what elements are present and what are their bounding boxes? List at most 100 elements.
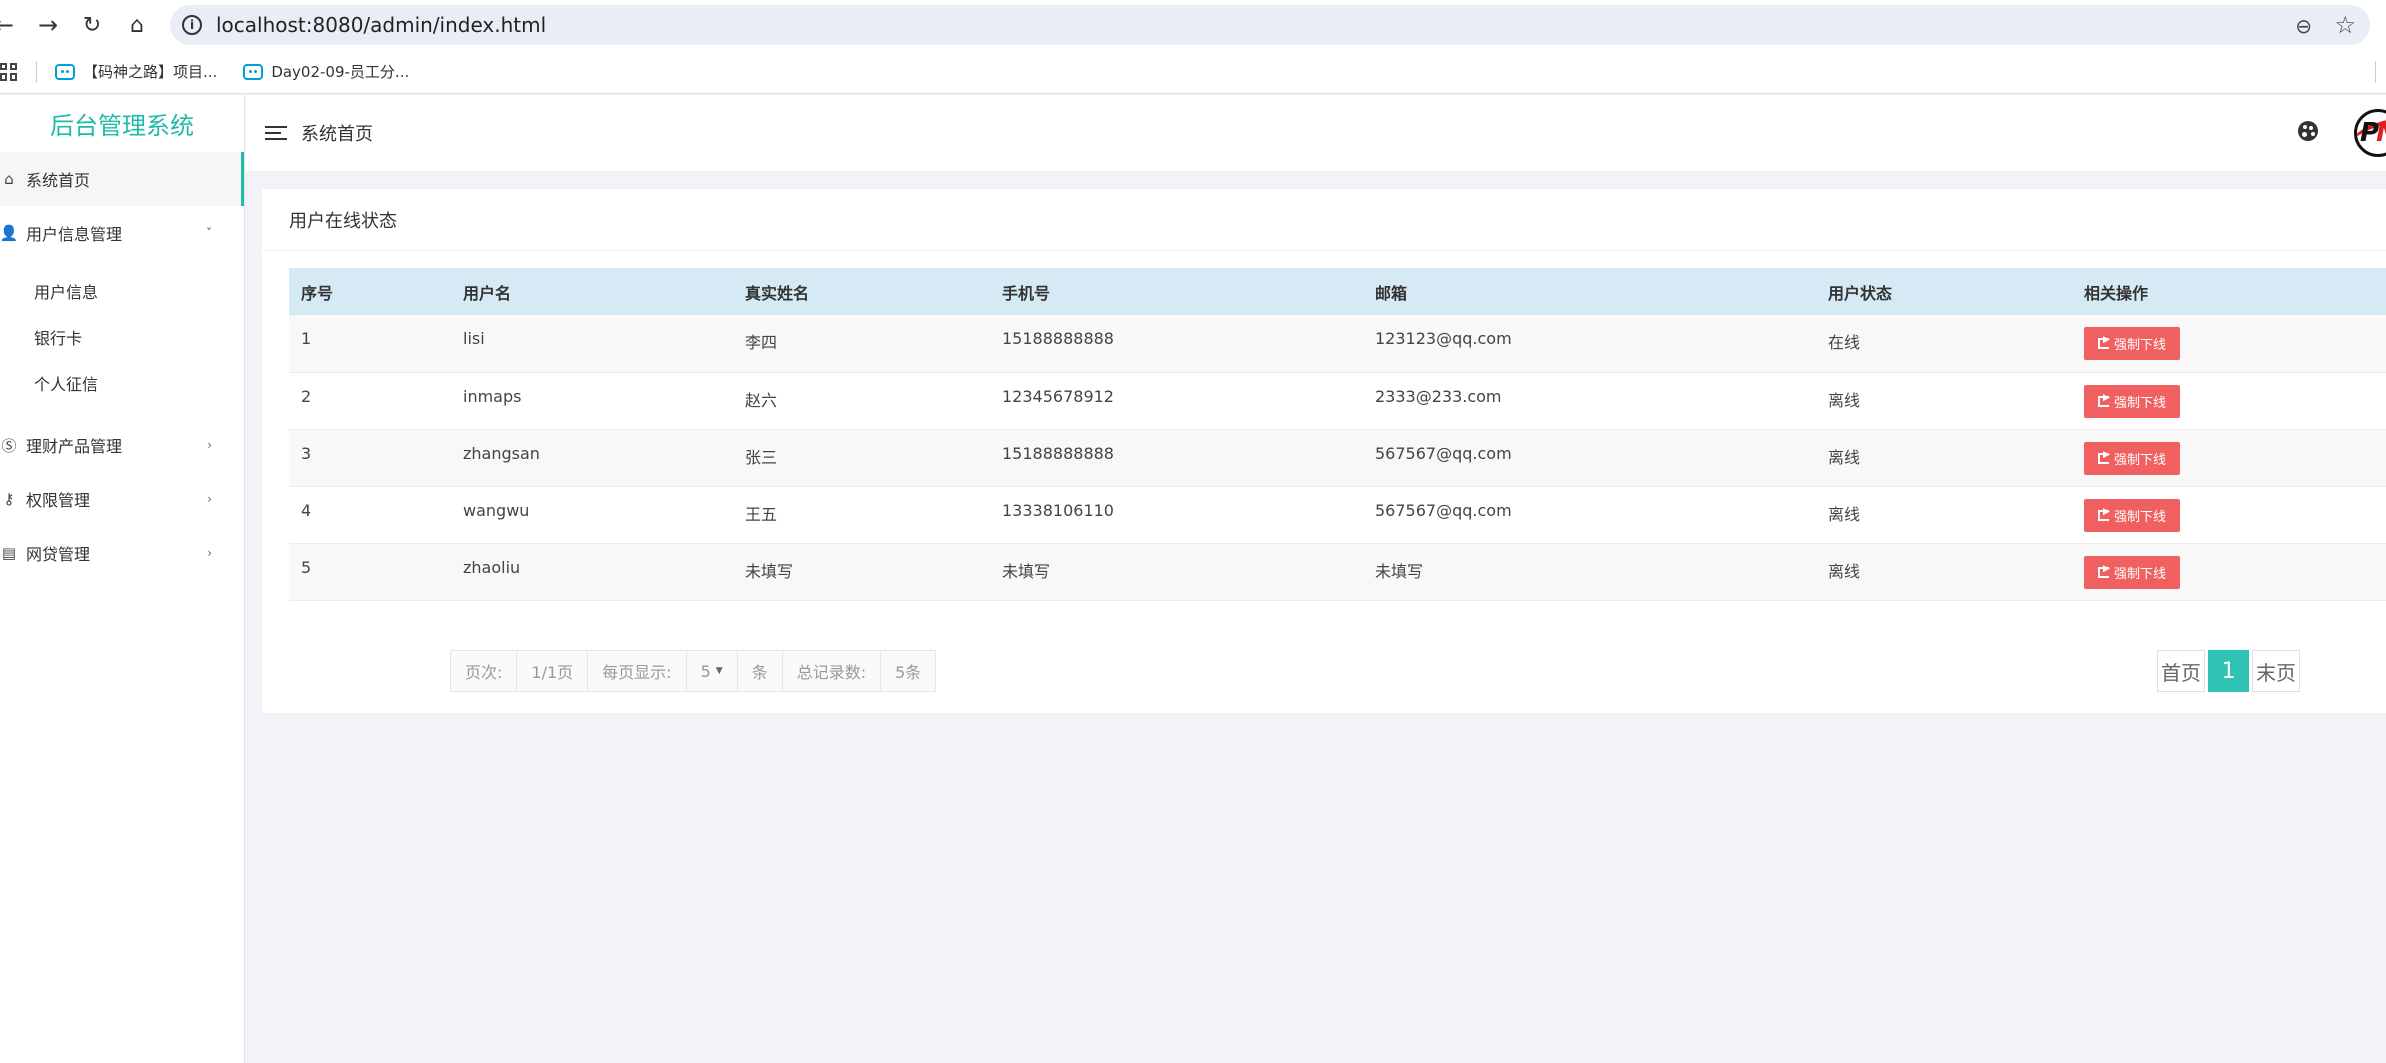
cell-id: 1 bbox=[289, 315, 451, 373]
bookmarks-end-divider bbox=[2375, 61, 2376, 83]
message-icon: ▤ bbox=[1, 544, 17, 562]
apps-grid-icon[interactable] bbox=[0, 62, 18, 81]
browser-toolbar: ← → ↻ ⌂ i localhost:8080/admin/index.htm… bbox=[0, 0, 2386, 50]
sidebar-item-user-info-mgmt[interactable]: 👤 用户信息管理 ˅ bbox=[0, 206, 244, 260]
force-offline-label: 强制下线 bbox=[2114, 509, 2167, 525]
force-offline-label: 强制下线 bbox=[2114, 338, 2167, 353]
cell-status: 离线 bbox=[1816, 429, 2072, 487]
force-offline-button[interactable]: 强制下线 bbox=[2084, 384, 2181, 418]
cell-status: 离线 bbox=[1816, 543, 2072, 601]
table-header-row: 序号 用户名 真实姓名 手机号 邮箱 用户状态 相关操作 bbox=[289, 268, 2386, 315]
current-page-button[interactable]: 1 bbox=[2208, 650, 2249, 692]
force-offline-button[interactable]: 强制下线 bbox=[2084, 555, 2181, 589]
card-title: 用户在线状态 bbox=[262, 189, 2386, 251]
chevron-right-icon: › bbox=[207, 438, 212, 452]
force-offline-button[interactable]: 强制下线 bbox=[2084, 441, 2181, 475]
cell-phone: 未填写 bbox=[990, 543, 1363, 601]
cell-actions: 强制下线 bbox=[2072, 543, 2386, 601]
sidebar-item-loans[interactable]: ▤ 网贷管理 › bbox=[0, 526, 244, 580]
cell-actions: 强制下线 bbox=[2072, 315, 2386, 373]
chevron-right-icon: › bbox=[207, 546, 212, 560]
force-offline-label: 强制下线 bbox=[2114, 566, 2167, 582]
address-bar[interactable]: i localhost:8080/admin/index.html ⊖ ☆ bbox=[170, 5, 2370, 45]
url-text[interactable]: localhost:8080/admin/index.html bbox=[216, 13, 546, 37]
logout-icon bbox=[2098, 335, 2110, 349]
cell-realname: 赵六 bbox=[733, 372, 990, 430]
chevron-down-icon: ˅ bbox=[206, 226, 212, 240]
force-offline-label: 强制下线 bbox=[2114, 395, 2167, 411]
cell-email: 未填写 bbox=[1363, 543, 1816, 601]
cell-actions: 强制下线 bbox=[2072, 429, 2386, 487]
cell-realname: 张三 bbox=[733, 429, 990, 487]
bilibili-icon bbox=[55, 63, 75, 80]
cell-username: lisi bbox=[451, 315, 733, 373]
sidebar-subitem-bank-card[interactable]: 银行卡 bbox=[0, 314, 244, 360]
pager: 首页 1 末页 bbox=[2157, 650, 2300, 692]
force-offline-button[interactable]: 强制下线 bbox=[2084, 327, 2181, 360]
column-header: 用户名 bbox=[451, 268, 733, 315]
per-page-label: 每页显示: bbox=[588, 651, 687, 691]
user-gear-icon: 👤 bbox=[0, 224, 19, 242]
bookmarks-bar: 【码神之路】项目... Day02-09-员工分... bbox=[0, 50, 2386, 94]
column-header: 手机号 bbox=[990, 268, 1363, 315]
app-title: 后台管理系统 bbox=[50, 112, 194, 140]
sidebar-item-finance-products[interactable]: Ⓢ 理财产品管理 › bbox=[0, 418, 244, 472]
table-row: 5 zhaoliu 未填写 未填写 未填写 离线 强制下线 bbox=[289, 543, 2386, 601]
logout-icon bbox=[2098, 393, 2110, 407]
force-offline-label: 强制下线 bbox=[2114, 452, 2167, 468]
column-header: 序号 bbox=[289, 268, 451, 315]
cell-phone: 13338106110 bbox=[990, 486, 1363, 544]
page-size-select[interactable]: 5 ▼ bbox=[687, 651, 738, 691]
column-header: 相关操作 bbox=[2072, 268, 2386, 315]
sidebar-item-home[interactable]: ⌂ 系统首页 bbox=[0, 152, 244, 206]
column-header: 真实姓名 bbox=[733, 268, 990, 315]
cell-status: 离线 bbox=[1816, 372, 2072, 430]
cell-status: 离线 bbox=[1816, 486, 2072, 544]
force-offline-button[interactable]: 强制下线 bbox=[2084, 498, 2181, 532]
cell-email: 2333@233.com bbox=[1363, 372, 1816, 430]
page-size-value: 5 bbox=[700, 661, 711, 681]
home-page-button[interactable]: ⌂ bbox=[115, 3, 159, 47]
site-info-icon[interactable]: i bbox=[182, 15, 202, 35]
reload-button[interactable]: ↻ bbox=[70, 3, 114, 47]
page-title: 系统首页 bbox=[301, 124, 373, 145]
per-page-unit: 条 bbox=[738, 651, 783, 691]
back-button[interactable]: ← bbox=[0, 3, 14, 47]
bilibili-icon bbox=[243, 63, 264, 80]
cell-email: 123123@qq.com bbox=[1363, 315, 1816, 373]
sidebar-item-label: 系统首页 bbox=[26, 171, 91, 190]
palette-icon[interactable] bbox=[2298, 121, 2318, 141]
avatar-logo: PN bbox=[2360, 118, 2386, 148]
first-page-button[interactable]: 首页 bbox=[2157, 650, 2205, 692]
sidebar-item-permissions[interactable]: ⚷ 权限管理 › bbox=[0, 472, 244, 526]
avatar[interactable]: PN bbox=[2354, 109, 2386, 157]
cell-username: wangwu bbox=[451, 486, 733, 544]
cell-phone: 12345678912 bbox=[990, 372, 1363, 430]
cell-status: 在线 bbox=[1816, 315, 2072, 373]
bookmark-label: Day02-09-员工分... bbox=[271, 63, 410, 81]
forward-button[interactable]: → bbox=[26, 3, 70, 47]
caret-down-icon: ▼ bbox=[715, 666, 723, 676]
sidebar-subitem-credit[interactable]: 个人征信 bbox=[0, 360, 244, 406]
bookmark-star-icon[interactable]: ☆ bbox=[2334, 11, 2356, 39]
table-row: 1 lisi 李四 15188888888 123123@qq.com 在线 强… bbox=[289, 315, 2386, 373]
bookmark-item[interactable]: 【码神之路】项目... bbox=[55, 61, 217, 82]
sidebar: 后台管理系统 ⌂ 系统首页 👤 用户信息管理 ˅ 用户信息 银行卡 个人征信 Ⓢ… bbox=[0, 95, 245, 1063]
sidebar-item-label: 网贷管理 bbox=[26, 545, 91, 564]
cell-id: 4 bbox=[289, 486, 451, 544]
menu-toggle-icon[interactable] bbox=[265, 122, 287, 144]
table-row: 4 wangwu 王五 13338106110 567567@qq.com 离线… bbox=[289, 486, 2386, 544]
page-value: 1/1页 bbox=[517, 651, 589, 691]
cell-realname: 李四 bbox=[733, 315, 990, 373]
cell-id: 5 bbox=[289, 543, 451, 601]
column-header: 邮箱 bbox=[1363, 268, 1816, 315]
sidebar-subitem-user-info[interactable]: 用户信息 bbox=[0, 268, 244, 314]
zoom-icon[interactable]: ⊖ bbox=[2295, 14, 2312, 38]
user-table: 序号 用户名 真实姓名 手机号 邮箱 用户状态 相关操作 1 lisi 李四 1… bbox=[289, 268, 2386, 601]
bookmark-item[interactable]: Day02-09-员工分... bbox=[243, 61, 409, 82]
table-row: 3 zhangsan 张三 15188888888 567567@qq.com … bbox=[289, 429, 2386, 487]
logout-icon bbox=[2098, 450, 2110, 464]
cell-email: 567567@qq.com bbox=[1363, 486, 1816, 544]
column-header: 用户状态 bbox=[1816, 268, 2072, 315]
last-page-button[interactable]: 末页 bbox=[2252, 650, 2300, 692]
